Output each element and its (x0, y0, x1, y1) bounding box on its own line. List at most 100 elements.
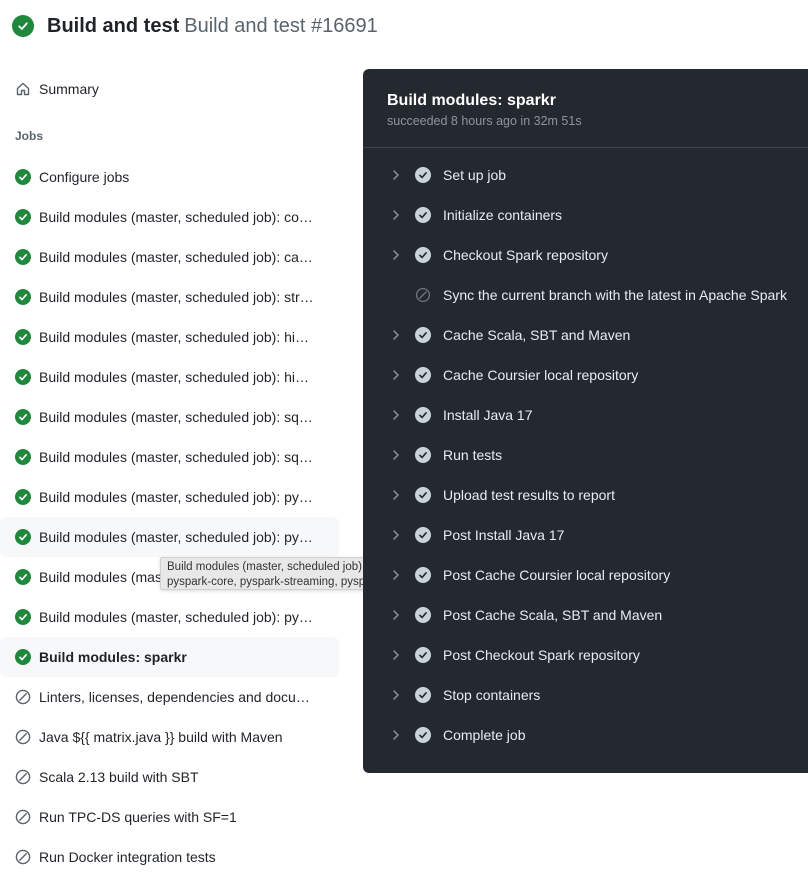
step-success-icon (415, 567, 431, 583)
job-step[interactable]: Complete job (363, 715, 808, 755)
sidebar-job-item[interactable]: Java ${{ matrix.java }} build with Maven (0, 717, 339, 757)
sidebar-job-item[interactable]: Build modules (master, scheduled job): p… (0, 517, 339, 557)
job-step[interactable]: Cache Scala, SBT and Maven (363, 315, 808, 355)
chevron-right-icon[interactable] (390, 647, 402, 668)
job-label: Build modules (master, scheduled job): s… (39, 449, 313, 465)
job-label: Linters, licenses, dependencies and docu… (39, 689, 310, 705)
job-step[interactable]: Set up job (363, 155, 808, 195)
step-success-icon (415, 647, 431, 663)
success-check-icon (15, 289, 31, 305)
step-success-icon (415, 727, 431, 743)
chevron-right-icon[interactable] (390, 207, 402, 228)
success-check-icon (15, 529, 31, 545)
job-label: Build modules (mas (39, 569, 162, 585)
chevron-right-icon[interactable] (390, 247, 402, 268)
step-success-icon (415, 527, 431, 543)
job-step[interactable]: Checkout Spark repository (363, 235, 808, 275)
sidebar-job-item[interactable]: Build modules (master, scheduled job): p… (0, 597, 339, 637)
step-success-icon (415, 327, 431, 343)
job-step[interactable]: Post Install Java 17 (363, 515, 808, 555)
chevron-right-icon[interactable] (390, 447, 402, 468)
job-step[interactable]: Run tests (363, 435, 808, 475)
chevron-right-icon[interactable] (390, 407, 402, 428)
job-step[interactable]: Post Checkout Spark repository (363, 635, 808, 675)
job-label: Configure jobs (39, 169, 130, 185)
jobs-heading: Jobs (15, 129, 44, 143)
divider (363, 147, 808, 148)
job-label: Build modules (master, scheduled job): s… (39, 409, 313, 425)
job-label: Build modules (master, scheduled job): p… (39, 529, 313, 545)
step-label: Checkout Spark repository (443, 247, 608, 263)
chevron-right-icon[interactable] (390, 527, 402, 548)
sidebar-job-item[interactable]: Linters, licenses, dependencies and docu… (0, 677, 339, 717)
step-success-icon (415, 607, 431, 623)
run-title: Build and test #16691 (184, 14, 378, 37)
step-label: Post Cache Coursier local repository (443, 567, 671, 583)
job-label: Build modules (master, scheduled job): p… (39, 489, 313, 505)
chevron-right-icon[interactable] (390, 487, 402, 508)
chevron-right-icon[interactable] (390, 607, 402, 628)
job-step[interactable]: Cache Coursier local repository (363, 355, 808, 395)
sidebar-job-item[interactable]: Build modules: sparkr (0, 637, 339, 677)
chevron-right-icon[interactable] (390, 567, 402, 588)
job-step[interactable]: Post Cache Scala, SBT and Maven (363, 595, 808, 635)
job-title: Build modules: sparkr (387, 92, 556, 109)
sidebar-job-item[interactable]: Scala 2.13 build with SBT (0, 757, 339, 797)
job-label: Run Docker integration tests (39, 849, 216, 865)
sidebar-job-item[interactable]: Build modules (master, scheduled job): c… (0, 237, 339, 277)
chevron-right-icon[interactable] (390, 727, 402, 748)
success-check-icon (15, 169, 31, 185)
sidebar-job-item[interactable]: Build modules (master, scheduled job): h… (0, 357, 339, 397)
job-label: Build modules (master, scheduled job): c… (39, 249, 313, 265)
step-label: Post Cache Scala, SBT and Maven (443, 607, 663, 623)
job-step[interactable]: Post Cache Coursier local repository (363, 555, 808, 595)
chevron-right-icon[interactable] (390, 327, 402, 348)
skipped-icon (15, 689, 31, 705)
success-check-icon (15, 369, 31, 385)
sidebar-job-item[interactable]: Build modules (master, scheduled job): h… (0, 317, 339, 357)
step-success-icon (415, 367, 431, 383)
sidebar-job-item[interactable]: Build modules (master, scheduled job): p… (0, 477, 339, 517)
step-label: Install Java 17 (443, 407, 533, 423)
sidebar-job-item[interactable]: Build modules (master, scheduled job): s… (0, 437, 339, 477)
success-check-icon (15, 649, 31, 665)
sidebar-job-item[interactable]: Build modules (master, scheduled job): s… (0, 397, 339, 437)
job-label: Java ${{ matrix.java }} build with Maven (39, 729, 283, 745)
chevron-right-icon[interactable] (390, 167, 402, 188)
job-label: Run TPC-DS queries with SF=1 (39, 809, 237, 825)
step-label: Upload test results to report (443, 487, 615, 503)
skipped-icon (15, 729, 31, 745)
chevron-right-icon[interactable] (390, 687, 402, 708)
job-steps-panel: Build modules: sparkr succeeded 8 hours … (363, 69, 808, 773)
job-status-text: succeeded 8 hours ago in 32m 51s (387, 114, 582, 128)
job-step[interactable]: Sync the current branch with the latest … (363, 275, 808, 315)
step-success-icon (415, 487, 431, 503)
success-check-icon (15, 329, 31, 345)
summary-link[interactable]: Summary (0, 69, 339, 109)
sidebar-job-item[interactable]: Build modules (master, scheduled job): s… (0, 277, 339, 317)
step-label: Complete job (443, 727, 526, 743)
job-label: Build modules (master, scheduled job): h… (39, 369, 310, 385)
job-step[interactable]: Initialize containers (363, 195, 808, 235)
success-check-icon (15, 409, 31, 425)
job-step[interactable]: Upload test results to report (363, 475, 808, 515)
step-success-icon (415, 687, 431, 703)
skipped-icon (15, 809, 31, 825)
summary-label: Summary (39, 81, 99, 97)
step-label: Set up job (443, 167, 507, 183)
step-label: Run tests (443, 447, 503, 463)
skipped-icon (15, 849, 31, 865)
step-success-icon (415, 167, 431, 183)
step-label: Post Install Java 17 (443, 527, 565, 543)
job-label: Build modules (master, scheduled job): c… (39, 209, 313, 225)
chevron-right-icon[interactable] (390, 367, 402, 388)
job-step[interactable]: Install Java 17 (363, 395, 808, 435)
step-skipped-icon (415, 287, 431, 303)
success-check-icon (15, 209, 31, 225)
sidebar-job-item[interactable]: Run Docker integration tests (0, 837, 339, 877)
sidebar-job-item[interactable]: Configure jobs (0, 157, 339, 197)
sidebar-job-item[interactable]: Build modules (master, scheduled job): c… (0, 197, 339, 237)
job-label: Scala 2.13 build with SBT (39, 769, 199, 785)
sidebar-job-item[interactable]: Run TPC-DS queries with SF=1 (0, 797, 339, 837)
job-step[interactable]: Stop containers (363, 675, 808, 715)
